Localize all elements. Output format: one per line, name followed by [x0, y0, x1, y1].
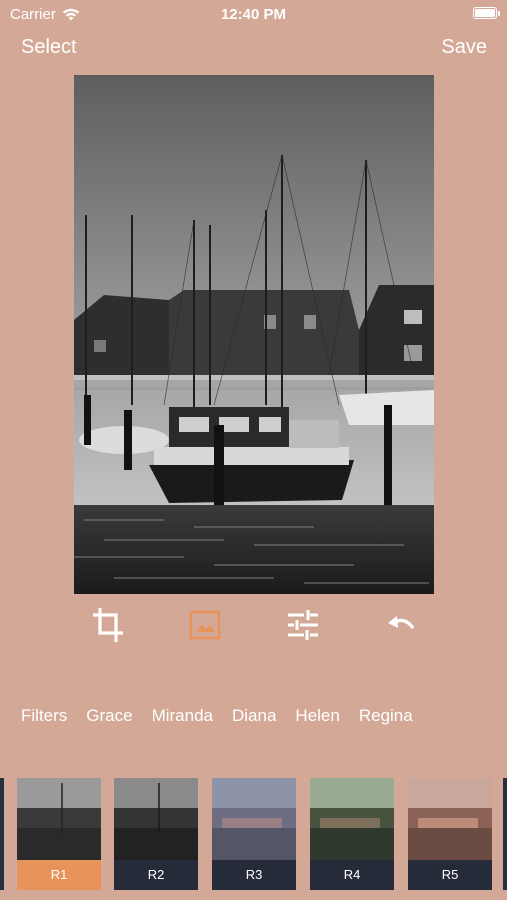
tab-helen[interactable]: Helen: [295, 706, 339, 726]
filter-thumbnail-r3[interactable]: R3: [212, 778, 296, 890]
filter-thumbnail-r2[interactable]: R2: [114, 778, 198, 890]
thumbnail-label: R4: [310, 860, 394, 890]
image-icon: [189, 610, 221, 640]
tab-miranda[interactable]: Miranda: [152, 706, 213, 726]
save-button[interactable]: Save: [441, 36, 487, 59]
tab-regina[interactable]: Regina: [359, 706, 413, 726]
thumbnail-label: R5: [408, 860, 492, 890]
status-bar: Carrier 12:40 PM: [0, 0, 507, 28]
thumbnail-image: [408, 778, 492, 860]
filter-category-tabs: Filters Grace Miranda Diana Helen Regina: [21, 706, 432, 726]
image-tool-button[interactable]: [185, 604, 225, 646]
thumbnail-image: [310, 778, 394, 860]
tab-diana[interactable]: Diana: [232, 706, 276, 726]
filter-thumbnail-r1[interactable]: R1: [17, 778, 101, 890]
thumbnail-label: R1: [17, 860, 101, 890]
status-time: 12:40 PM: [220, 6, 287, 23]
filter-thumbnail-strip: R1 R2 R3 R4 R5: [0, 778, 507, 890]
crop-tool-button[interactable]: [88, 604, 128, 646]
adjust-tool-button[interactable]: [283, 604, 323, 646]
select-button[interactable]: Select: [21, 36, 77, 59]
edited-photo: [74, 75, 434, 594]
thumbnail-image: [17, 778, 101, 860]
thumbnail-label: R3: [212, 860, 296, 890]
thumbnail-label: R2: [114, 860, 198, 890]
undo-tool-button[interactable]: [381, 604, 421, 646]
thumbnail-image: [114, 778, 198, 860]
thumbnail-image: [212, 778, 296, 860]
tune-icon: [288, 610, 318, 640]
thumbnail-partial-right: [503, 778, 507, 890]
filter-thumbnail-r5[interactable]: R5: [408, 778, 492, 890]
tab-grace[interactable]: Grace: [86, 706, 132, 726]
tab-filters[interactable]: Filters: [21, 706, 67, 726]
undo-icon: [388, 616, 415, 629]
filter-thumbnail-r4[interactable]: R4: [310, 778, 394, 890]
battery-icon: [473, 7, 500, 19]
crop-icon: [93, 608, 123, 642]
